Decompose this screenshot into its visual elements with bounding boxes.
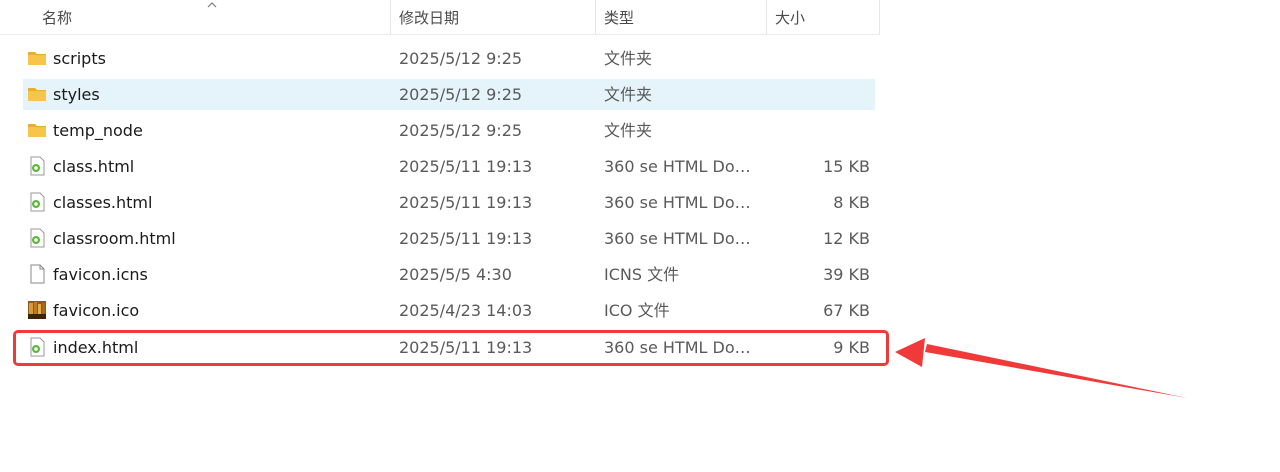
annotation-arrow-icon bbox=[895, 338, 1187, 398]
